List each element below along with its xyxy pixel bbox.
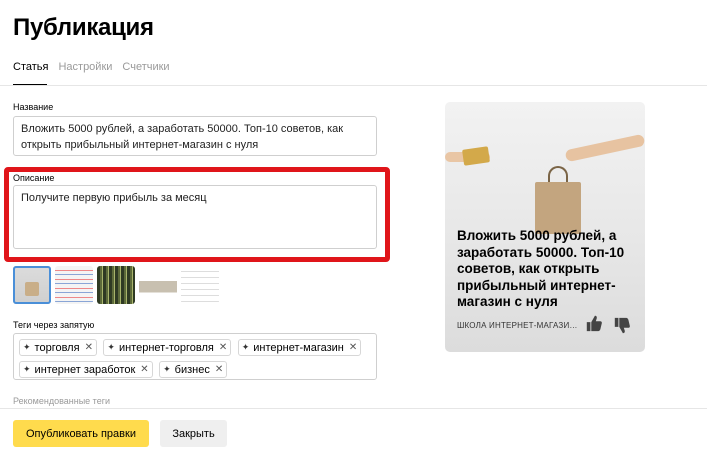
tab-counters[interactable]: Счетчики (122, 61, 169, 73)
cover-thumbnail[interactable] (139, 266, 177, 304)
preview-image-hand (564, 133, 645, 163)
preview-image-card (462, 146, 490, 166)
close-icon[interactable]: ✕ (215, 364, 223, 375)
page-title: Публикация (13, 14, 154, 41)
close-button[interactable]: Закрыть (160, 420, 227, 447)
tags-input[interactable]: ✦ торговля ✕ ✦ интернет-торговля ✕ ✦ интернет… (13, 333, 377, 380)
name-field[interactable]: Вложить 5000 рублей, а заработать 50000.… (13, 116, 377, 156)
tag-label: интернет-торговля (118, 341, 214, 354)
plus-icon: ✦ (107, 342, 115, 352)
tag-label: бизнес (174, 363, 210, 376)
article-preview-card: Вложить 5000 рублей, а заработать 50000.… (445, 102, 645, 352)
preview-source: ШКОЛА ИНТЕРНЕТ-МАГАЗИН... (457, 321, 581, 330)
tag-label: торговля (34, 341, 80, 354)
cover-thumbnail[interactable] (97, 266, 135, 304)
tags-label: Теги через запятую (13, 320, 95, 330)
tab-bar: Статья Настройки Счетчики (13, 61, 180, 73)
close-icon[interactable]: ✕ (349, 342, 357, 353)
tag-chip[interactable]: ✦ торговля ✕ (19, 339, 97, 356)
publish-button[interactable]: Опубликовать правки (13, 420, 149, 447)
footer-divider (0, 408, 707, 409)
tag-chip[interactable]: ✦ интернет-магазин ✕ (237, 339, 362, 356)
cover-image-picker (13, 266, 219, 304)
tab-article[interactable]: Статья (13, 61, 48, 73)
plus-icon: ✦ (241, 342, 250, 352)
thumbs-up-icon[interactable] (585, 314, 603, 332)
thumbs-down-icon[interactable] (613, 317, 631, 335)
cover-thumbnail[interactable] (13, 266, 51, 304)
cover-thumbnail[interactable] (55, 266, 93, 304)
cover-thumbnail[interactable] (181, 266, 219, 304)
preview-title: Вложить 5000 рублей, а заработать 50000.… (457, 228, 625, 309)
tabs-divider (0, 85, 707, 86)
description-label: Описание (13, 173, 55, 183)
plus-icon: ✦ (23, 342, 31, 352)
tag-label: интернет заработок (34, 363, 136, 376)
description-field[interactable]: Получите первую прибыль за месяц (13, 185, 377, 249)
preview-image-bag (535, 182, 581, 234)
tag-chip[interactable]: ✦ интернет заработок ✕ (19, 361, 153, 378)
close-icon[interactable]: ✕ (140, 364, 148, 375)
name-label: Название (13, 102, 54, 112)
tab-settings[interactable]: Настройки (58, 61, 112, 73)
tag-chip[interactable]: ✦ бизнес ✕ (159, 361, 228, 378)
tag-label: интернет-магазин (253, 341, 344, 354)
plus-icon: ✦ (163, 364, 171, 374)
tag-chip[interactable]: ✦ интернет-торговля ✕ (103, 339, 232, 356)
close-icon[interactable]: ✕ (219, 342, 227, 353)
recommended-tags-label: Рекомендованные теги (13, 396, 111, 406)
plus-icon: ✦ (23, 364, 31, 374)
close-icon[interactable]: ✕ (85, 342, 93, 353)
